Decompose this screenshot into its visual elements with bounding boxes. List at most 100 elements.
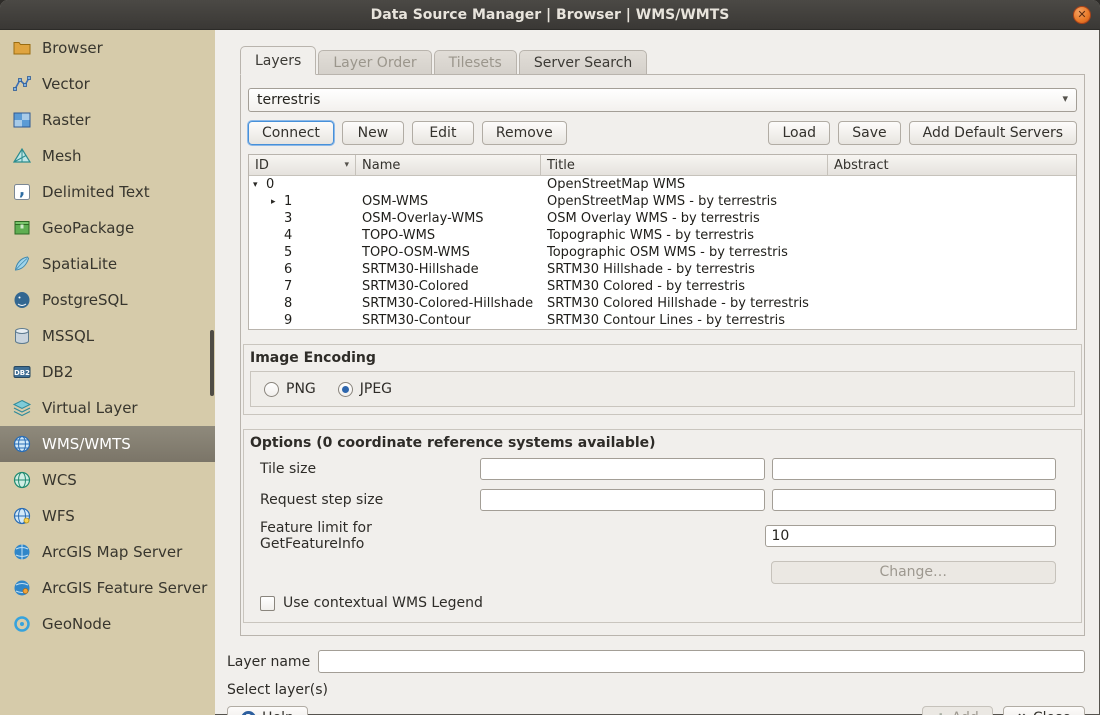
sidebar-item-raster[interactable]: Raster — [0, 102, 215, 138]
tab-layers[interactable]: Layers — [240, 46, 316, 75]
sidebar-item-delimited-text[interactable]: Delimited Text — [0, 174, 215, 210]
sidebar-item-postgresql[interactable]: PostgreSQL — [0, 282, 215, 318]
window-close-icon[interactable]: ✕ — [1073, 6, 1091, 24]
sidebar-item-label: Mesh — [42, 147, 82, 165]
column-header-abstract[interactable]: Abstract — [828, 155, 1076, 175]
cell-name: TOPO-WMS — [356, 228, 541, 243]
sidebar-item-wcs[interactable]: WCS — [0, 462, 215, 498]
sidebar-item-wms-wmts[interactable]: WMS/WMTS — [0, 426, 215, 462]
sidebar-item-mesh[interactable]: Mesh — [0, 138, 215, 174]
table-row[interactable]: ▸ 1 OSM-WMS OpenStreetMap WMS - by terre… — [249, 193, 1076, 210]
table-row[interactable]: 9 SRTM30-Contour SRTM30 Contour Lines - … — [249, 312, 1076, 329]
column-header-title[interactable]: Title — [541, 155, 828, 175]
tree-expander-icon[interactable]: ▾ — [253, 180, 266, 190]
connect-button[interactable]: Connect — [248, 121, 334, 145]
wms-icon — [12, 434, 32, 454]
request-step-width-input[interactable] — [480, 489, 765, 511]
cell-id: 3 — [249, 211, 356, 226]
close-button[interactable]: Close — [1003, 706, 1085, 715]
request-step-height-input[interactable] — [772, 489, 1057, 511]
request-step-size-row: Request step size — [260, 489, 1056, 511]
sidebar-item-label: Delimited Text — [42, 183, 150, 201]
layer-name-row: Layer name — [227, 650, 1085, 673]
table-row[interactable]: 5 TOPO-OSM-WMS Topographic OSM WMS - by … — [249, 244, 1076, 261]
sidebar-item-virtual-layer[interactable]: Virtual Layer — [0, 390, 215, 426]
wfs-icon — [12, 506, 32, 526]
connection-actions: Connect New Edit Remove Load Save Add De… — [248, 121, 1077, 145]
virtual-layer-icon — [12, 398, 32, 418]
cell-name: SRTM30-Contour — [356, 313, 541, 328]
add-plus-icon — [936, 707, 946, 715]
titlebar[interactable]: Data Source Manager | Browser | WMS/WMTS… — [0, 0, 1100, 30]
add-button-label: Add — [952, 707, 979, 715]
png-radio[interactable]: PNG — [264, 381, 316, 397]
tree-expander-icon[interactable]: ▸ — [271, 197, 284, 207]
layer-name-input[interactable] — [318, 650, 1085, 673]
change-crs-button[interactable]: Change… — [771, 561, 1057, 584]
sidebar-item-geopackage[interactable]: GeoPackage — [0, 210, 215, 246]
mssql-icon — [12, 326, 32, 346]
edit-button[interactable]: Edit — [412, 121, 474, 145]
sidebar-item-db2[interactable]: DB2 — [0, 354, 215, 390]
connection-select[interactable]: terrestris — [248, 88, 1077, 112]
sidebar-item-arcgis-map-server[interactable]: ArcGIS Map Server — [0, 534, 215, 570]
remove-button[interactable]: Remove — [482, 121, 567, 145]
window-title: Data Source Manager | Browser | WMS/WMTS — [371, 7, 730, 23]
feature-limit-input[interactable] — [765, 525, 1057, 547]
tab-tilesets[interactable]: Tilesets — [434, 50, 517, 75]
sidebar-item-label: GeoPackage — [42, 219, 134, 237]
sidebar-item-geonode[interactable]: GeoNode — [0, 606, 215, 642]
sidebar-item-label: DB2 — [42, 363, 73, 381]
sidebar-item-spatialite[interactable]: SpatiaLite — [0, 246, 215, 282]
sidebar-item-browser[interactable]: Browser — [0, 30, 215, 66]
feature-limit-label: Feature limit for GetFeatureInfo — [260, 520, 480, 552]
sidebar-item-label: GeoNode — [42, 615, 111, 633]
radio-circle-icon — [264, 382, 279, 397]
tab-server-search[interactable]: Server Search — [519, 50, 647, 75]
layers-tab-panel: terrestris Connect New Edit Remove Load … — [240, 74, 1085, 636]
sidebar-item-mssql[interactable]: MSSQL — [0, 318, 215, 354]
window-body: Browser Vector Raster Mesh Delimited Tex… — [0, 30, 1100, 715]
load-button[interactable]: Load — [768, 121, 830, 145]
layers-table-header: ID Name Title Abstract — [249, 155, 1076, 176]
contextual-legend-checkbox[interactable]: Use contextual WMS Legend — [260, 595, 1056, 611]
sidebar-item-arcgis-feature-server[interactable]: ArcGIS Feature Server — [0, 570, 215, 606]
cell-title: OSM Overlay WMS - by terrestris — [541, 211, 828, 226]
table-row[interactable]: 3 OSM-Overlay-WMS OSM Overlay WMS - by t… — [249, 210, 1076, 227]
cell-title: SRTM30 Hillshade - by terrestris — [541, 262, 828, 277]
tile-size-width-input[interactable] — [480, 458, 765, 480]
tab-layer-order[interactable]: Layer Order — [318, 50, 431, 75]
tile-size-height-input[interactable] — [772, 458, 1057, 480]
table-row[interactable]: 4 TOPO-WMS Topographic WMS - by terrestr… — [249, 227, 1076, 244]
request-step-size-label: Request step size — [260, 492, 480, 508]
new-button[interactable]: New — [342, 121, 404, 145]
sidebar-item-label: ArcGIS Feature Server — [42, 579, 207, 597]
tile-size-label: Tile size — [260, 461, 480, 477]
table-row[interactable]: 8 SRTM30-Colored-Hillshade SRTM30 Colore… — [249, 295, 1076, 312]
arcgis-feature-server-icon — [12, 578, 32, 598]
sidebar-item-wfs[interactable]: WFS — [0, 498, 215, 534]
cell-id: ▾ 0 — [249, 177, 356, 192]
table-row[interactable]: 6 SRTM30-Hillshade SRTM30 Hillshade - by… — [249, 261, 1076, 278]
image-encoding-groupbox: Image Encoding PNG JPEG — [243, 344, 1082, 415]
help-button-label: Help — [262, 707, 294, 715]
jpeg-radio[interactable]: JPEG — [338, 381, 392, 397]
checkbox-icon — [260, 596, 275, 611]
close-x-icon — [1017, 707, 1027, 715]
column-header-id[interactable]: ID — [249, 155, 356, 175]
sidebar-scrollbar[interactable] — [210, 330, 214, 396]
sidebar-item-vector[interactable]: Vector — [0, 66, 215, 102]
tab-bar: Layers Layer Order Tilesets Server Searc… — [240, 46, 1085, 75]
save-button[interactable]: Save — [838, 121, 900, 145]
geopackage-icon — [12, 218, 32, 238]
add-default-servers-button[interactable]: Add Default Servers — [909, 121, 1077, 145]
table-row[interactable]: ▾ 0 OpenStreetMap WMS — [249, 176, 1076, 193]
add-button[interactable]: Add — [922, 706, 993, 715]
column-header-name[interactable]: Name — [356, 155, 541, 175]
table-row[interactable]: 7 SRTM30-Colored SRTM30 Colored - by ter… — [249, 278, 1076, 295]
cell-id: ▸ 1 — [249, 194, 356, 209]
help-button[interactable]: Help — [227, 706, 308, 715]
chevron-down-icon — [1062, 92, 1068, 105]
image-encoding-title: Image Encoding — [244, 345, 1081, 371]
feature-limit-row: Feature limit for GetFeatureInfo — [260, 520, 1056, 552]
